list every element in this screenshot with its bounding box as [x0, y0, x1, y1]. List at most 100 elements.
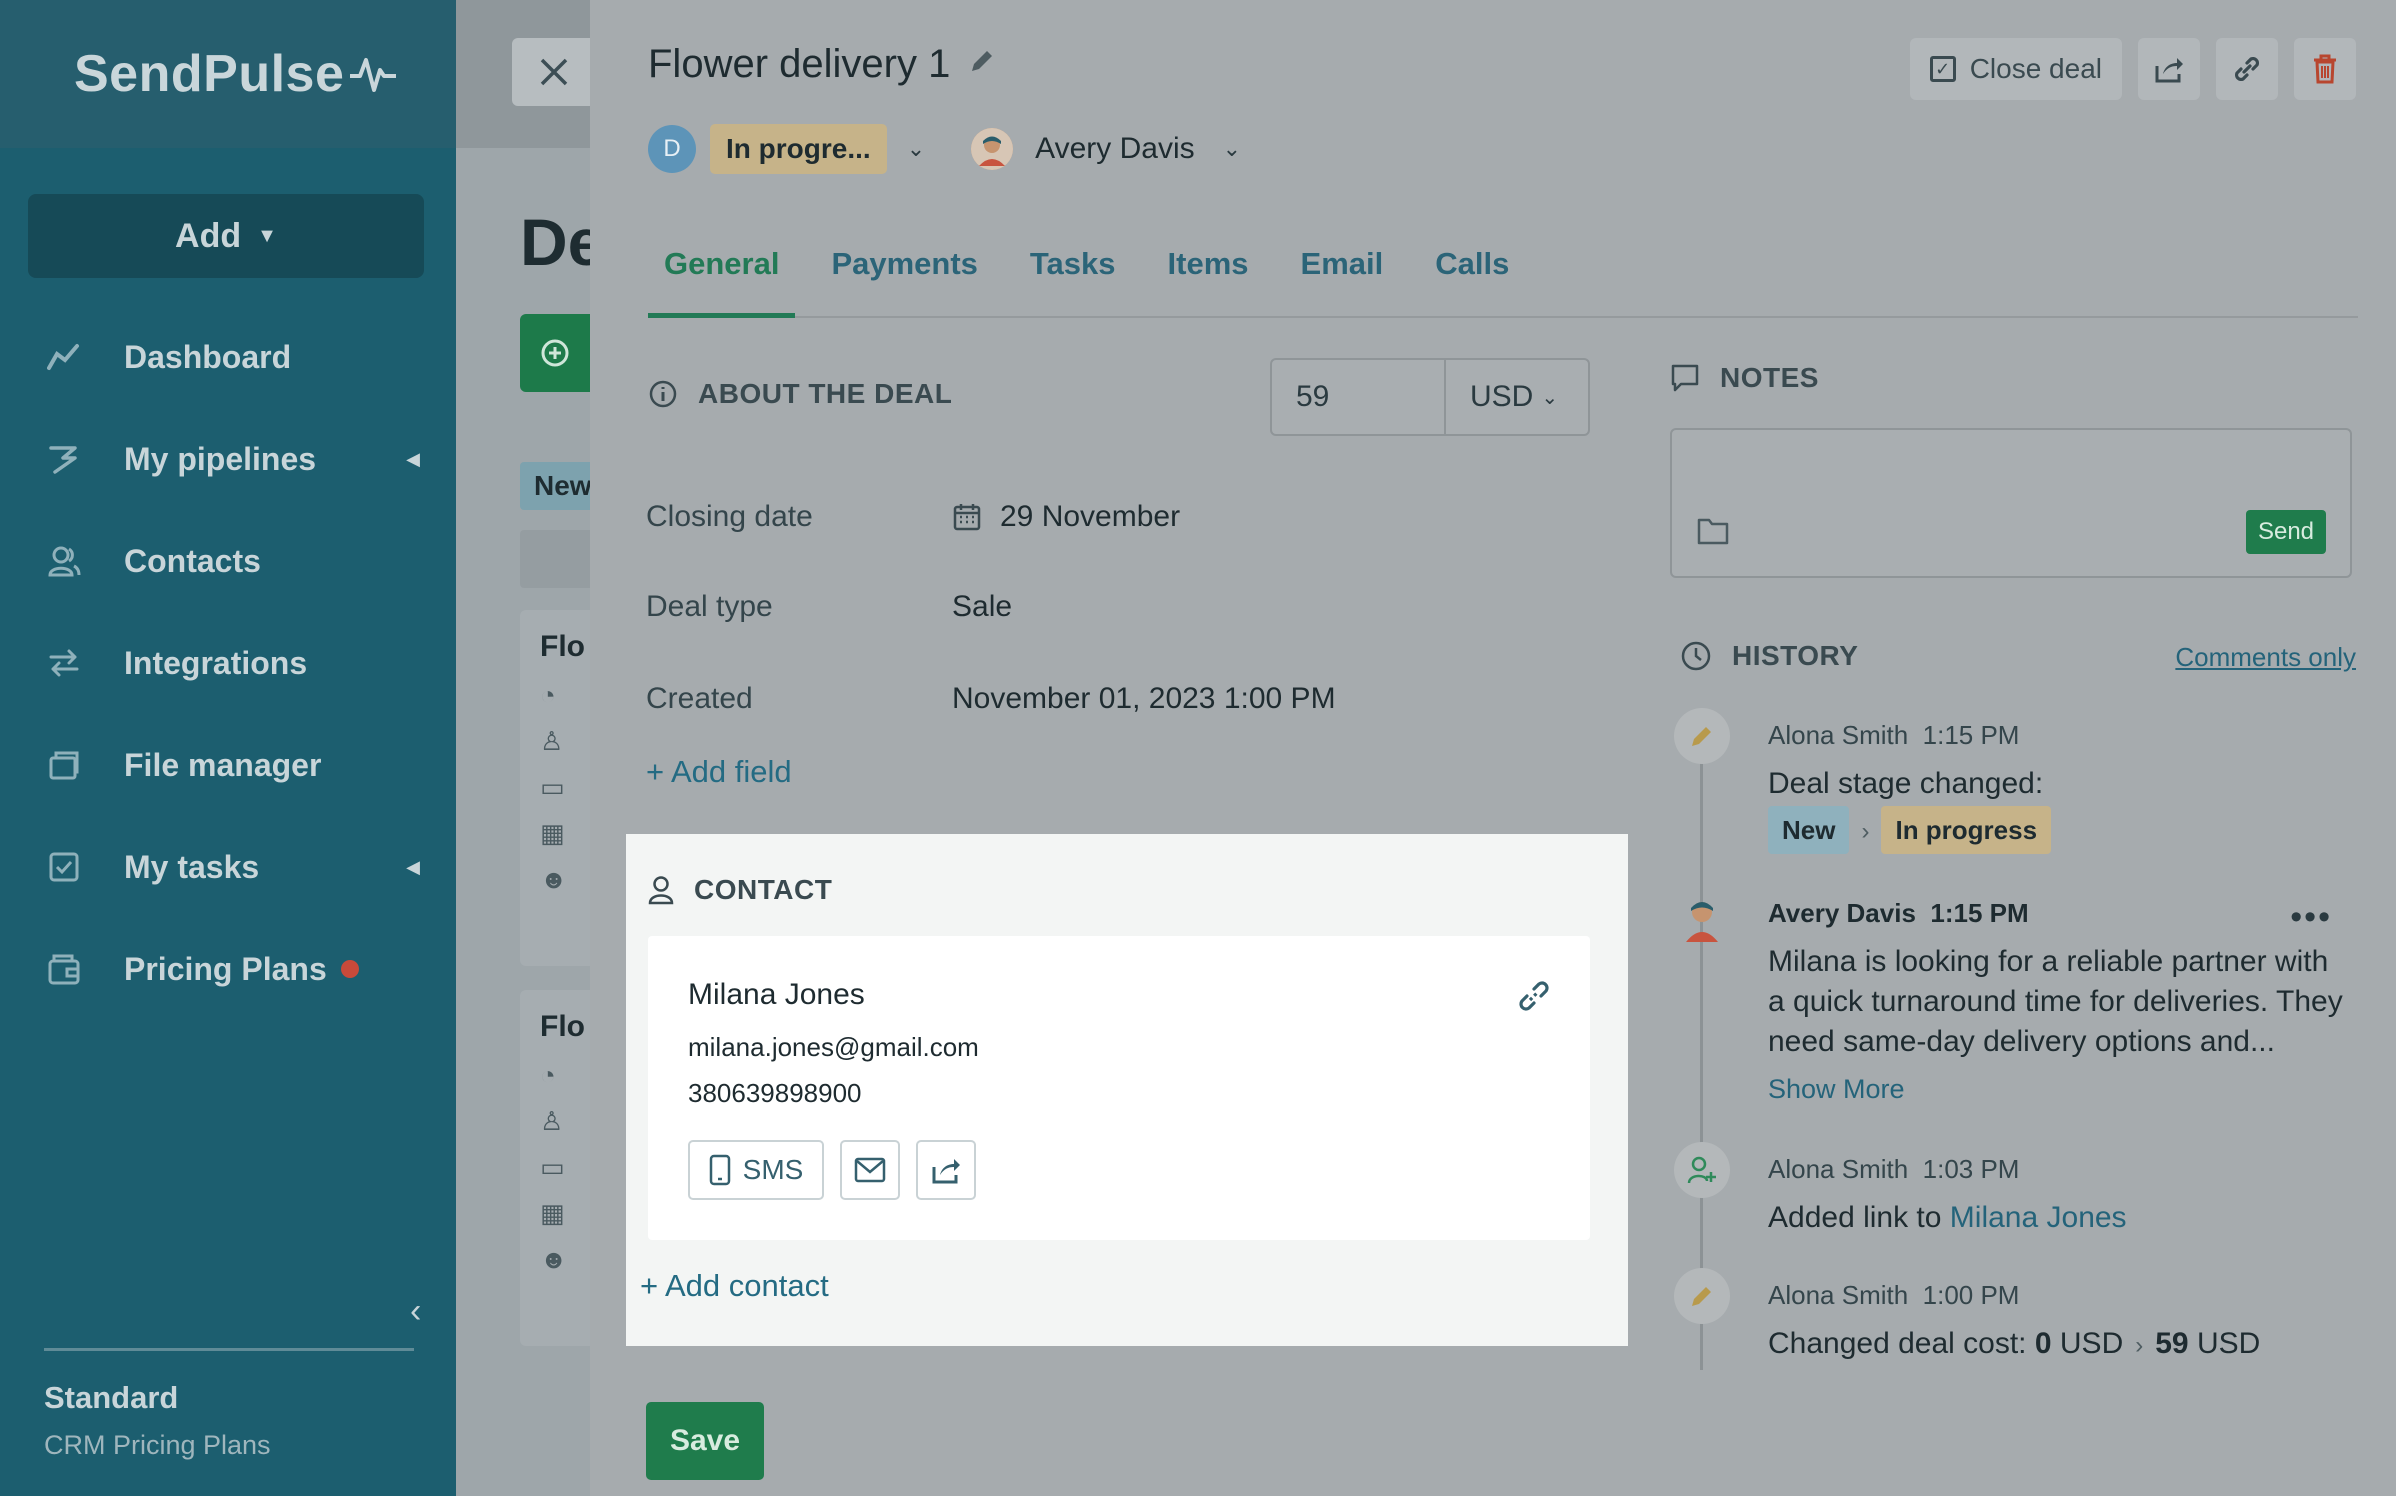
contact-section: CONTACT Milana Jones milana.jones@gmail.…: [626, 834, 1628, 1346]
sidebar-item-pricing[interactable]: Pricing Plans: [0, 918, 456, 1020]
pipeline-avatar[interactable]: D: [648, 125, 696, 173]
add-button[interactable]: Add ▼: [28, 194, 424, 278]
sidebar-nav: Dashboard My pipelines ◀ Contacts Integr…: [0, 306, 456, 1020]
more-options-icon[interactable]: •••: [2290, 898, 2332, 937]
email-contact-button[interactable]: [840, 1140, 900, 1200]
pencil-icon: [1674, 1268, 1730, 1324]
person-icon: ♙: [540, 1106, 564, 1136]
trash-icon: [2314, 54, 2336, 84]
deal-tabs: General Payments Tasks Items Email Calls: [648, 238, 2358, 318]
notes-heading: NOTES: [1670, 362, 1819, 394]
tab-calls[interactable]: Calls: [1419, 238, 1525, 318]
contact-heading: CONTACT: [648, 874, 832, 906]
logo-area: SendPulse: [0, 0, 456, 148]
share-button[interactable]: [2138, 38, 2200, 100]
sidebar-item-contacts[interactable]: Contacts: [0, 510, 456, 612]
plus-circle-icon: [541, 339, 569, 367]
field-deal-type: Deal type Sale: [646, 590, 1012, 624]
tab-payments[interactable]: Payments: [815, 238, 993, 318]
delete-deal-button[interactable]: [2294, 38, 2356, 100]
history-time: 1:15 PM: [1922, 720, 2020, 750]
calendar-icon: ▦: [540, 1198, 565, 1228]
add-contact-link[interactable]: + Add contact: [640, 1268, 829, 1304]
show-more-link[interactable]: Show More: [1768, 1074, 1905, 1105]
history-meta: Alona Smith 1:03 PM: [1768, 1154, 2019, 1185]
history-text: Added link to Milana Jones: [1768, 1198, 2127, 1238]
avatar: ☻: [540, 864, 568, 894]
tab-email[interactable]: Email: [1285, 238, 1400, 318]
owner-name[interactable]: Avery Davis: [1035, 132, 1195, 166]
sidebar-item-integrations[interactable]: Integrations: [0, 612, 456, 714]
edit-pencil-icon[interactable]: [968, 47, 996, 82]
contact-link[interactable]: Milana Jones: [1950, 1201, 2127, 1234]
unlink-icon: [1519, 981, 1549, 1011]
pricing-icon: [46, 951, 82, 987]
copy-link-button[interactable]: [2216, 38, 2278, 100]
file-manager-icon: [46, 747, 82, 783]
deal-cost-input[interactable]: 59: [1272, 360, 1446, 434]
notes-input[interactable]: Send: [1670, 428, 2352, 578]
background-title: De: [520, 205, 596, 279]
background-add-button: [520, 314, 596, 392]
person-icon: [648, 875, 674, 905]
about-heading: ABOUT THE DEAL: [648, 378, 952, 410]
add-button-label: Add: [175, 216, 242, 255]
logo[interactable]: SendPulse: [74, 44, 344, 104]
contact-heading-text: CONTACT: [694, 874, 833, 905]
attach-folder-icon[interactable]: [1696, 516, 1730, 551]
currency-select[interactable]: USD ⌄: [1446, 360, 1588, 434]
tab-items[interactable]: Items: [1152, 238, 1265, 318]
send-note-button[interactable]: Send: [2246, 510, 2326, 554]
closing-date-value[interactable]: 29 November: [952, 500, 1180, 534]
contact-phone: 380639898900: [688, 1078, 862, 1108]
stage-select[interactable]: In progre...: [710, 124, 887, 174]
add-field-link[interactable]: + Add field: [646, 754, 792, 790]
avatar: [1674, 890, 1730, 946]
close-panel-button[interactable]: [512, 38, 596, 106]
info-icon: [648, 379, 678, 409]
owner-avatar[interactable]: [971, 128, 1014, 170]
stage-change-chips: New › In progress: [1768, 806, 2052, 854]
chevron-down-icon: ⌄: [1541, 386, 1559, 409]
contact-card: Milana Jones milana.jones@gmail.com 3806…: [648, 936, 1590, 1240]
sidebar-item-tasks[interactable]: My tasks ◀: [0, 816, 456, 918]
deal-type-value[interactable]: Sale: [952, 590, 1012, 624]
notes-heading-text: NOTES: [1720, 362, 1819, 393]
history-text: Deal stage changed:: [1768, 767, 2044, 800]
share-contact-button[interactable]: [916, 1140, 976, 1200]
history-meta: Alona Smith 1:15 PM: [1768, 720, 2019, 751]
close-deal-button[interactable]: ✓ Close deal: [1909, 38, 2122, 100]
unlink-contact-button[interactable]: [1516, 978, 1552, 1019]
sms-button[interactable]: SMS: [688, 1140, 824, 1200]
history-heading-text: HISTORY: [1732, 640, 1859, 671]
stage-chip-from: New: [1768, 806, 1850, 854]
sidebar-item-label: My pipelines: [124, 440, 317, 477]
sidebar-item-pipelines[interactable]: My pipelines ◀: [0, 408, 456, 510]
pipelines-icon: [46, 441, 82, 477]
integrations-icon: [46, 645, 82, 681]
chevron-down-icon[interactable]: ⌄: [1223, 136, 1241, 162]
sidebar-item-dashboard[interactable]: Dashboard: [0, 306, 456, 408]
contact-name[interactable]: Milana Jones: [688, 978, 865, 1012]
background-card-title: Flo: [540, 1010, 585, 1043]
collapse-sidebar-icon[interactable]: ‹: [410, 1292, 421, 1331]
old-currency: USD: [2059, 1327, 2124, 1360]
history-time: 1:15 PM: [1930, 898, 2029, 928]
tab-general[interactable]: General: [648, 238, 796, 318]
chart-line-icon: [46, 339, 82, 375]
save-button[interactable]: Save: [646, 1402, 764, 1480]
history-meta: Avery Davis 1:15 PM: [1768, 898, 2029, 929]
history-text-prefix: Added link to: [1768, 1201, 1950, 1234]
about-heading-text: ABOUT THE DEAL: [698, 378, 953, 409]
sidebar-item-label: My tasks: [124, 848, 260, 885]
stage-chip-to: In progress: [1881, 806, 2052, 854]
plan-title[interactable]: Standard: [44, 1380, 178, 1416]
sidebar-item-file-manager[interactable]: File manager: [0, 714, 456, 816]
tab-tasks[interactable]: Tasks: [1014, 238, 1132, 318]
history-author: Alona Smith: [1768, 1280, 1909, 1310]
plan-subtitle[interactable]: CRM Pricing Plans: [44, 1430, 271, 1461]
deal-title-text: Flower delivery 1: [648, 42, 951, 86]
comments-only-filter[interactable]: Comments only: [2175, 642, 2356, 673]
chevron-down-icon[interactable]: ⌄: [907, 136, 925, 162]
calendar-icon: [953, 504, 981, 531]
